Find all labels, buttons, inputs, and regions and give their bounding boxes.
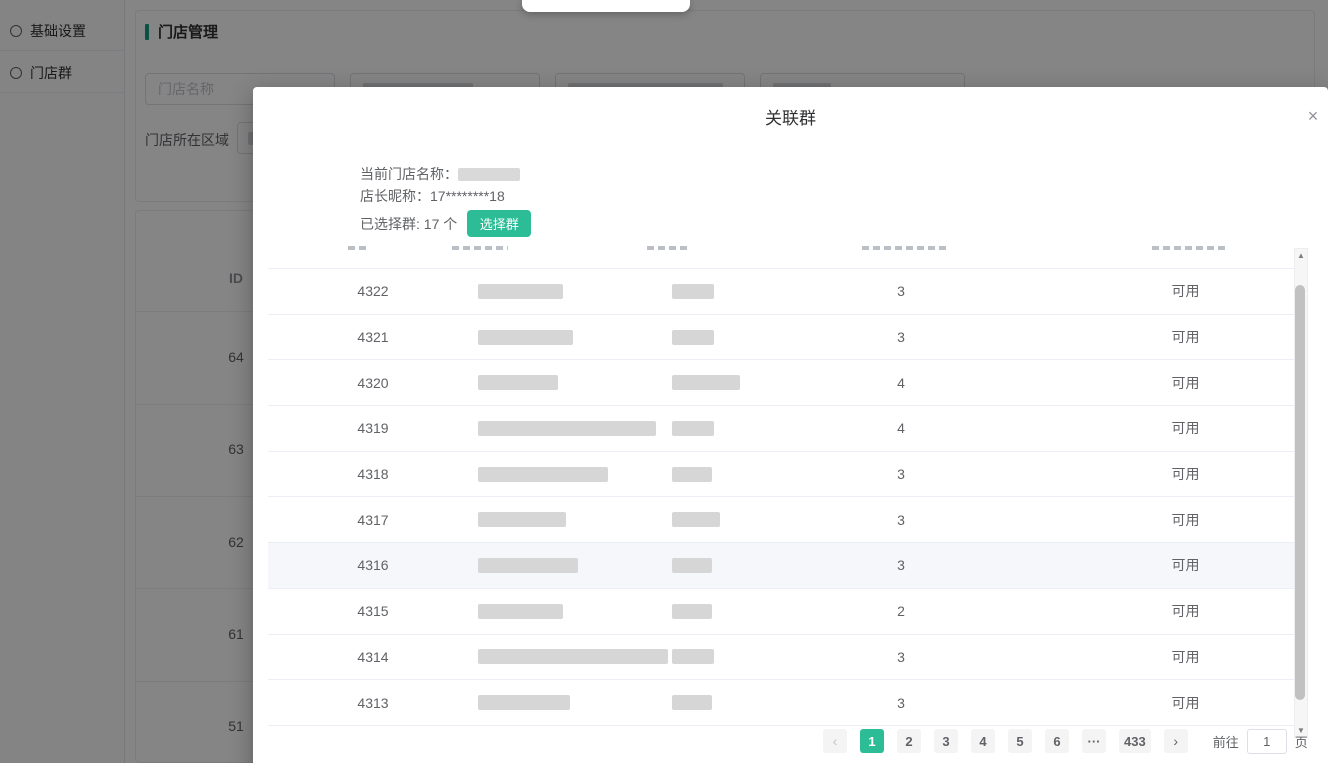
- goto-page-input[interactable]: [1246, 728, 1287, 754]
- cell-status: 可用: [1171, 374, 1200, 391]
- cell-member-count: 4: [897, 374, 905, 391]
- group-name-blurred: [478, 420, 656, 436]
- group-name-blurred: [478, 283, 563, 299]
- column-header-blurred: [452, 246, 508, 250]
- cell-group-id: 4316: [357, 557, 389, 574]
- table-row[interactable]: 4314 3 可用: [268, 634, 1296, 681]
- table-row[interactable]: 4316 3 可用: [268, 543, 1296, 589]
- cell-member-count: 3: [897, 329, 905, 346]
- column-header-blurred: [862, 246, 948, 250]
- page-button-3[interactable]: 3: [934, 729, 958, 753]
- prev-page-button[interactable]: ‹: [823, 729, 847, 753]
- manager-nickname: 17********18: [430, 188, 505, 204]
- page-button-last[interactable]: 433: [1119, 729, 1151, 753]
- cell-group-id: 4314: [357, 648, 389, 665]
- manager-line: 店长昵称：17********18: [360, 188, 505, 204]
- pagination: ‹ 1 2 3 4 5 6 ··· 433 › 前往 页: [823, 728, 1308, 754]
- table-row[interactable]: 4315 2 可用: [268, 588, 1296, 635]
- cell-status: 可用: [1171, 511, 1200, 528]
- group-owner-blurred: [672, 329, 714, 345]
- dialog-title: 关联群: [765, 109, 816, 128]
- group-owner-blurred: [672, 649, 714, 665]
- group-owner-blurred: [672, 375, 740, 391]
- goto-label: 前往: [1212, 734, 1239, 750]
- cell-member-count: 4: [897, 420, 905, 437]
- group-owner-blurred: [672, 695, 712, 711]
- cell-status: 可用: [1171, 557, 1200, 574]
- group-name-blurred: [478, 695, 570, 711]
- group-name-blurred: [478, 466, 608, 482]
- select-group-button[interactable]: 选择群: [467, 210, 532, 237]
- group-name-blurred: [478, 649, 668, 665]
- store-info-block: 当前门店名称： 店长昵称：17********18 已选择群: 17 个 选择群: [360, 163, 532, 237]
- store-name-blurred: [458, 168, 520, 181]
- table-row[interactable]: 4318 3 可用: [268, 451, 1296, 498]
- cell-member-count: 3: [897, 648, 905, 665]
- cell-group-id: 4318: [357, 466, 389, 483]
- page-button-6[interactable]: 6: [1045, 729, 1069, 753]
- cell-member-count: 3: [897, 557, 905, 574]
- page-button-2[interactable]: 2: [897, 729, 921, 753]
- group-name-blurred: [478, 557, 578, 573]
- cell-member-count: 3: [897, 694, 905, 711]
- cell-group-id: 4321: [357, 329, 389, 346]
- group-owner-blurred: [672, 603, 712, 619]
- goto-page: 前往 页: [1212, 728, 1308, 754]
- cell-group-id: 4320: [357, 374, 389, 391]
- scroll-up-icon[interactable]: ▲: [1295, 251, 1307, 260]
- more-pages-button[interactable]: ···: [1082, 729, 1106, 753]
- table-row[interactable]: 4322 3 可用: [268, 269, 1296, 315]
- table-row[interactable]: 4320 4 可用: [268, 360, 1296, 407]
- group-owner-blurred: [672, 283, 714, 299]
- goto-unit: 页: [1294, 734, 1308, 750]
- group-name-blurred: [478, 329, 573, 345]
- cell-status: 可用: [1171, 420, 1200, 437]
- page-button-4[interactable]: 4: [971, 729, 995, 753]
- scrollbar-thumb[interactable]: [1295, 285, 1305, 700]
- column-header-blurred: [348, 246, 366, 250]
- column-header-blurred: [647, 246, 689, 250]
- table-row[interactable]: 4319 4 可用: [268, 406, 1296, 452]
- app-window: 基础设置 门店群 门店管理 门店名称 门店所在区域 ID 64 63 62 61…: [0, 0, 1328, 763]
- associated-groups-dialog: 关联群 × 当前门店名称： 店长昵称：17********18 已选择群: 17…: [253, 87, 1328, 763]
- table-row[interactable]: 4313 3 可用: [268, 680, 1296, 726]
- column-header-blurred: [1152, 246, 1228, 250]
- group-name-blurred: [478, 603, 563, 619]
- group-owner-blurred: [672, 512, 720, 528]
- cell-group-id: 4313: [357, 694, 389, 711]
- cell-member-count: 3: [897, 466, 905, 483]
- table-row[interactable]: 4317 3 可用: [268, 497, 1296, 544]
- cell-group-id: 4322: [357, 283, 389, 300]
- close-icon[interactable]: ×: [1301, 104, 1325, 128]
- group-owner-blurred: [672, 557, 712, 573]
- group-owner-blurred: [672, 420, 714, 436]
- cell-status: 可用: [1171, 466, 1200, 483]
- group-name-blurred: [478, 375, 558, 391]
- page-button-1[interactable]: 1: [860, 729, 884, 753]
- next-page-button[interactable]: ›: [1163, 729, 1188, 753]
- groups-table: 4322 3 可用 4321 3 可用 4320 4 可用 4 319 4 可用 …: [268, 268, 1296, 726]
- cell-group-id: 4315: [357, 603, 389, 620]
- selected-groups-line: 已选择群: 17 个 选择群: [360, 210, 532, 237]
- toast-remnant: [522, 0, 690, 12]
- cell-status: 可用: [1171, 603, 1200, 620]
- cell-member-count: 3: [897, 511, 905, 528]
- cell-member-count: 3: [897, 283, 905, 300]
- cell-member-count: 2: [897, 603, 905, 620]
- table-row[interactable]: 4321 3 可用: [268, 314, 1296, 361]
- cell-status: 可用: [1171, 648, 1200, 665]
- group-name-blurred: [478, 512, 566, 528]
- page-button-5[interactable]: 5: [1008, 729, 1032, 753]
- cell-status: 可用: [1171, 283, 1200, 300]
- cell-status: 可用: [1171, 694, 1200, 711]
- cell-group-id: 4319: [357, 420, 389, 437]
- cell-status: 可用: [1171, 329, 1200, 346]
- cell-group-id: 4317: [357, 511, 389, 528]
- group-owner-blurred: [672, 466, 712, 482]
- current-store-line: 当前门店名称：: [360, 163, 531, 185]
